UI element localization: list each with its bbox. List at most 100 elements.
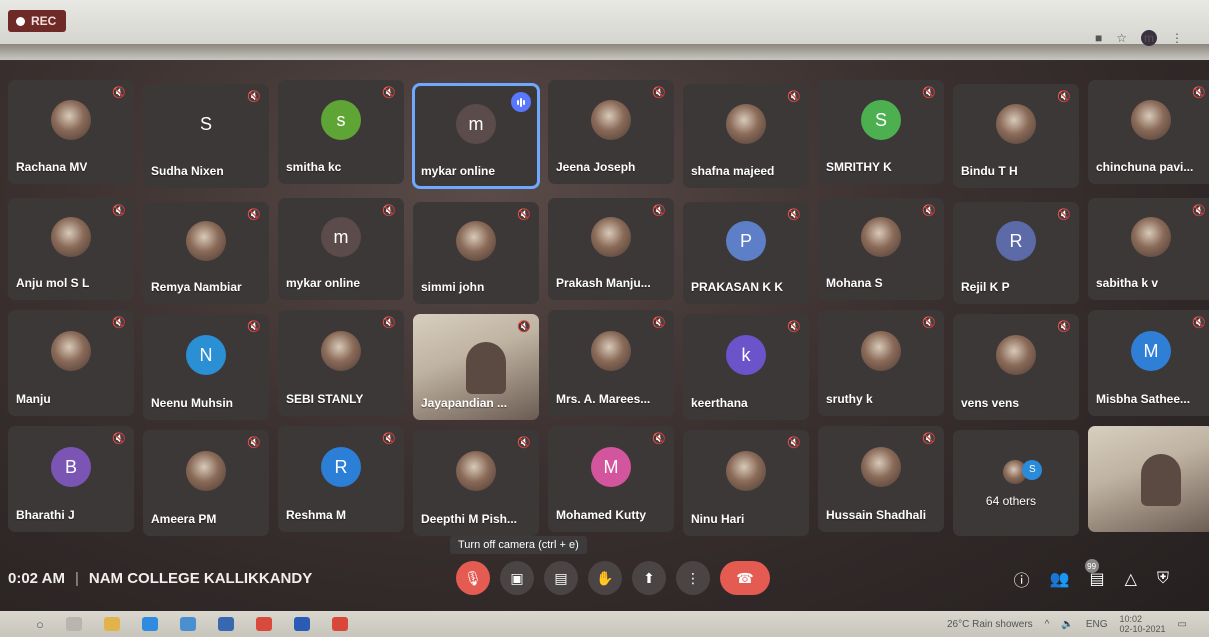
participant-tile[interactable]: 🔇 Remya Nambiar <box>143 202 269 304</box>
profile-avatar[interactable]: m <box>1141 30 1157 46</box>
participant-tile[interactable]: 🔇 Bindu T H <box>953 84 1079 188</box>
participant-tile[interactable]: 🔇 vens vens <box>953 314 1079 420</box>
raise-hand-button[interactable]: ✋ <box>588 561 622 595</box>
participant-tile[interactable]: 🔇 SEBI STANLY <box>278 310 404 416</box>
participant-name: Deepthi M Pish... <box>421 512 518 526</box>
participant-tile[interactable]: 🔇 sruthy k <box>818 310 944 416</box>
participant-tile[interactable]: k 🔇 keerthana <box>683 314 809 420</box>
camera-tab-icon[interactable]: ■ <box>1095 31 1102 45</box>
participant-tile[interactable]: P 🔇 PRAKASAN K K <box>683 202 809 304</box>
store-icon[interactable] <box>179 617 196 631</box>
participant-tile[interactable]: N 🔇 Neenu Muhsin <box>143 314 269 420</box>
participant-tile[interactable]: 🔇 sabitha k v <box>1088 198 1209 300</box>
participant-tile[interactable]: 🔇 Rachana MV <box>8 80 134 184</box>
mic-muted-icon: 🔇 <box>922 205 936 217</box>
profile-photo <box>186 221 226 261</box>
chrome-icon[interactable] <box>255 617 272 631</box>
captions-button[interactable]: ▤ <box>544 561 578 595</box>
participant-tile[interactable] <box>1088 426 1209 532</box>
participant-tile[interactable]: 🔇 Ameera PM <box>143 430 269 536</box>
search-icon[interactable]: ○ <box>36 617 44 632</box>
participant-tile[interactable]: m 🔇 mykar online <box>278 198 404 300</box>
task-view-icon[interactable] <box>65 617 82 631</box>
mic-muted-icon: 🔇 <box>382 317 396 329</box>
participant-tile[interactable]: R 🔇 Reshma M <box>278 426 404 532</box>
participant-name: smitha kc <box>286 160 342 174</box>
participant-name: mykar online <box>286 276 361 290</box>
participant-tile[interactable]: M 🔇 Misbha Sathee... <box>1088 310 1209 416</box>
language-indicator[interactable]: ENG <box>1086 619 1108 630</box>
participant-tile[interactable]: 🔇 Prakash Manju... <box>548 198 674 300</box>
participant-name: sabitha k v <box>1096 276 1159 290</box>
weather-status[interactable]: 26°C Rain showers <box>947 619 1033 630</box>
participant-tile[interactable]: 🔇 Anju mol S L <box>8 198 134 300</box>
profile-photo <box>861 447 901 487</box>
mic-toggle-button[interactable]: 🎙 <box>456 561 490 595</box>
mic-muted-icon: 🔇 <box>1192 317 1206 329</box>
participant-tile[interactable]: 🔇 Hussain Shadhali <box>818 426 944 532</box>
profile-photo <box>1131 100 1171 140</box>
toolbar-shadow <box>0 44 1209 62</box>
edge-icon[interactable] <box>141 617 158 631</box>
participant-tile[interactable]: 🔇 Jayapandian ... <box>413 314 539 420</box>
participant-name: Ninu Hari <box>691 512 745 526</box>
people-button[interactable]: 👥 99 <box>1050 559 1099 589</box>
volume-icon[interactable]: 🔈 <box>1061 619 1073 630</box>
profile-photo <box>1131 217 1171 257</box>
participant-tile[interactable]: M 🔇 Mohamed Kutty <box>548 426 674 532</box>
participant-tile[interactable]: S 🔇 SMRITHY K <box>818 80 944 184</box>
participant-name: Rachana MV <box>16 160 88 174</box>
participant-tile[interactable]: 🔇 Jeena Joseph <box>548 80 674 184</box>
participant-tile[interactable]: 🔇 Manju <box>8 310 134 416</box>
end-call-button[interactable]: ☎ <box>720 561 770 595</box>
profile-photo <box>726 104 766 144</box>
participant-tile[interactable]: S 64 others <box>953 430 1079 536</box>
participant-tile[interactable]: 🔇 Mohana S <box>818 198 944 300</box>
mic-muted-icon: 🔇 <box>1192 205 1206 217</box>
app-icon[interactable] <box>217 617 234 631</box>
mic-muted-icon: 🔇 <box>247 321 261 333</box>
more-options-button[interactable]: ⋮ <box>676 561 710 595</box>
participant-name: simmi john <box>421 280 485 294</box>
participant-name: Manju <box>16 392 51 406</box>
participant-tile[interactable]: R 🔇 Rejil K P <box>953 202 1079 304</box>
host-controls-icon[interactable]: ⛨ <box>1157 570 1169 588</box>
word-icon[interactable] <box>293 617 310 631</box>
meeting-title: NAM COLLEGE KALLIKKANDY <box>88 570 313 587</box>
hand-icon: ✋ <box>596 569 614 586</box>
participant-tile[interactable]: 🔇 simmi john <box>413 202 539 304</box>
initial-avatar: m <box>456 104 496 144</box>
participant-tile[interactable]: s 🔇 smitha kc <box>278 80 404 184</box>
chrome-active-icon[interactable] <box>331 617 348 631</box>
system-tray: 26°C Rain showers ^ 🔈 ENG 10:02 02-10-20… <box>947 614 1187 634</box>
profile-photo <box>996 335 1036 375</box>
participant-tile[interactable]: B 🔇 Bharathi J <box>8 426 134 532</box>
participant-tile[interactable]: 🔇 Mrs. A. Marees... <box>548 310 674 416</box>
menu-icon[interactable]: ⋮ <box>1171 31 1183 45</box>
present-button[interactable]: ⬆ <box>632 561 666 595</box>
file-explorer-icon[interactable] <box>103 617 120 631</box>
mic-muted-icon: 🔇 <box>1057 209 1071 221</box>
video-person <box>465 341 506 394</box>
mic-muted-icon: 🔇 <box>787 437 801 449</box>
participant-tile[interactable]: 🔇 Deepthi M Pish... <box>413 430 539 536</box>
participant-tile[interactable]: 🔇 Ninu Hari <box>683 430 809 536</box>
info-icon[interactable]: ⓘ <box>1014 567 1030 591</box>
call-controls: 🎙 ▣ ▤ ✋ ⬆ ⋮ ☎ <box>456 561 770 595</box>
participant-tile[interactable]: S 🔇 Sudha Nixen <box>143 84 269 188</box>
notifications-icon[interactable]: ▭ <box>1178 619 1187 630</box>
profile-photo <box>861 331 901 371</box>
separator: | <box>74 570 79 587</box>
participant-name: Mohamed Kutty <box>556 508 646 522</box>
initial-avatar: M <box>591 447 631 487</box>
chevron-up-icon[interactable]: ^ <box>1045 619 1050 630</box>
profile-photo <box>51 217 91 257</box>
camera-toggle-button[interactable]: ▣ <box>500 561 534 595</box>
participant-tile[interactable]: 🔇 shafna majeed <box>683 84 809 188</box>
activities-icon[interactable]: △ <box>1125 569 1137 589</box>
clock[interactable]: 10:02 02-10-2021 <box>1120 614 1166 634</box>
profile-photo <box>591 331 631 371</box>
star-icon[interactable]: ☆ <box>1116 31 1127 45</box>
participant-tile[interactable]: m mykar online <box>412 83 540 189</box>
participant-tile[interactable]: 🔇 chinchuna pavi... <box>1088 80 1209 184</box>
